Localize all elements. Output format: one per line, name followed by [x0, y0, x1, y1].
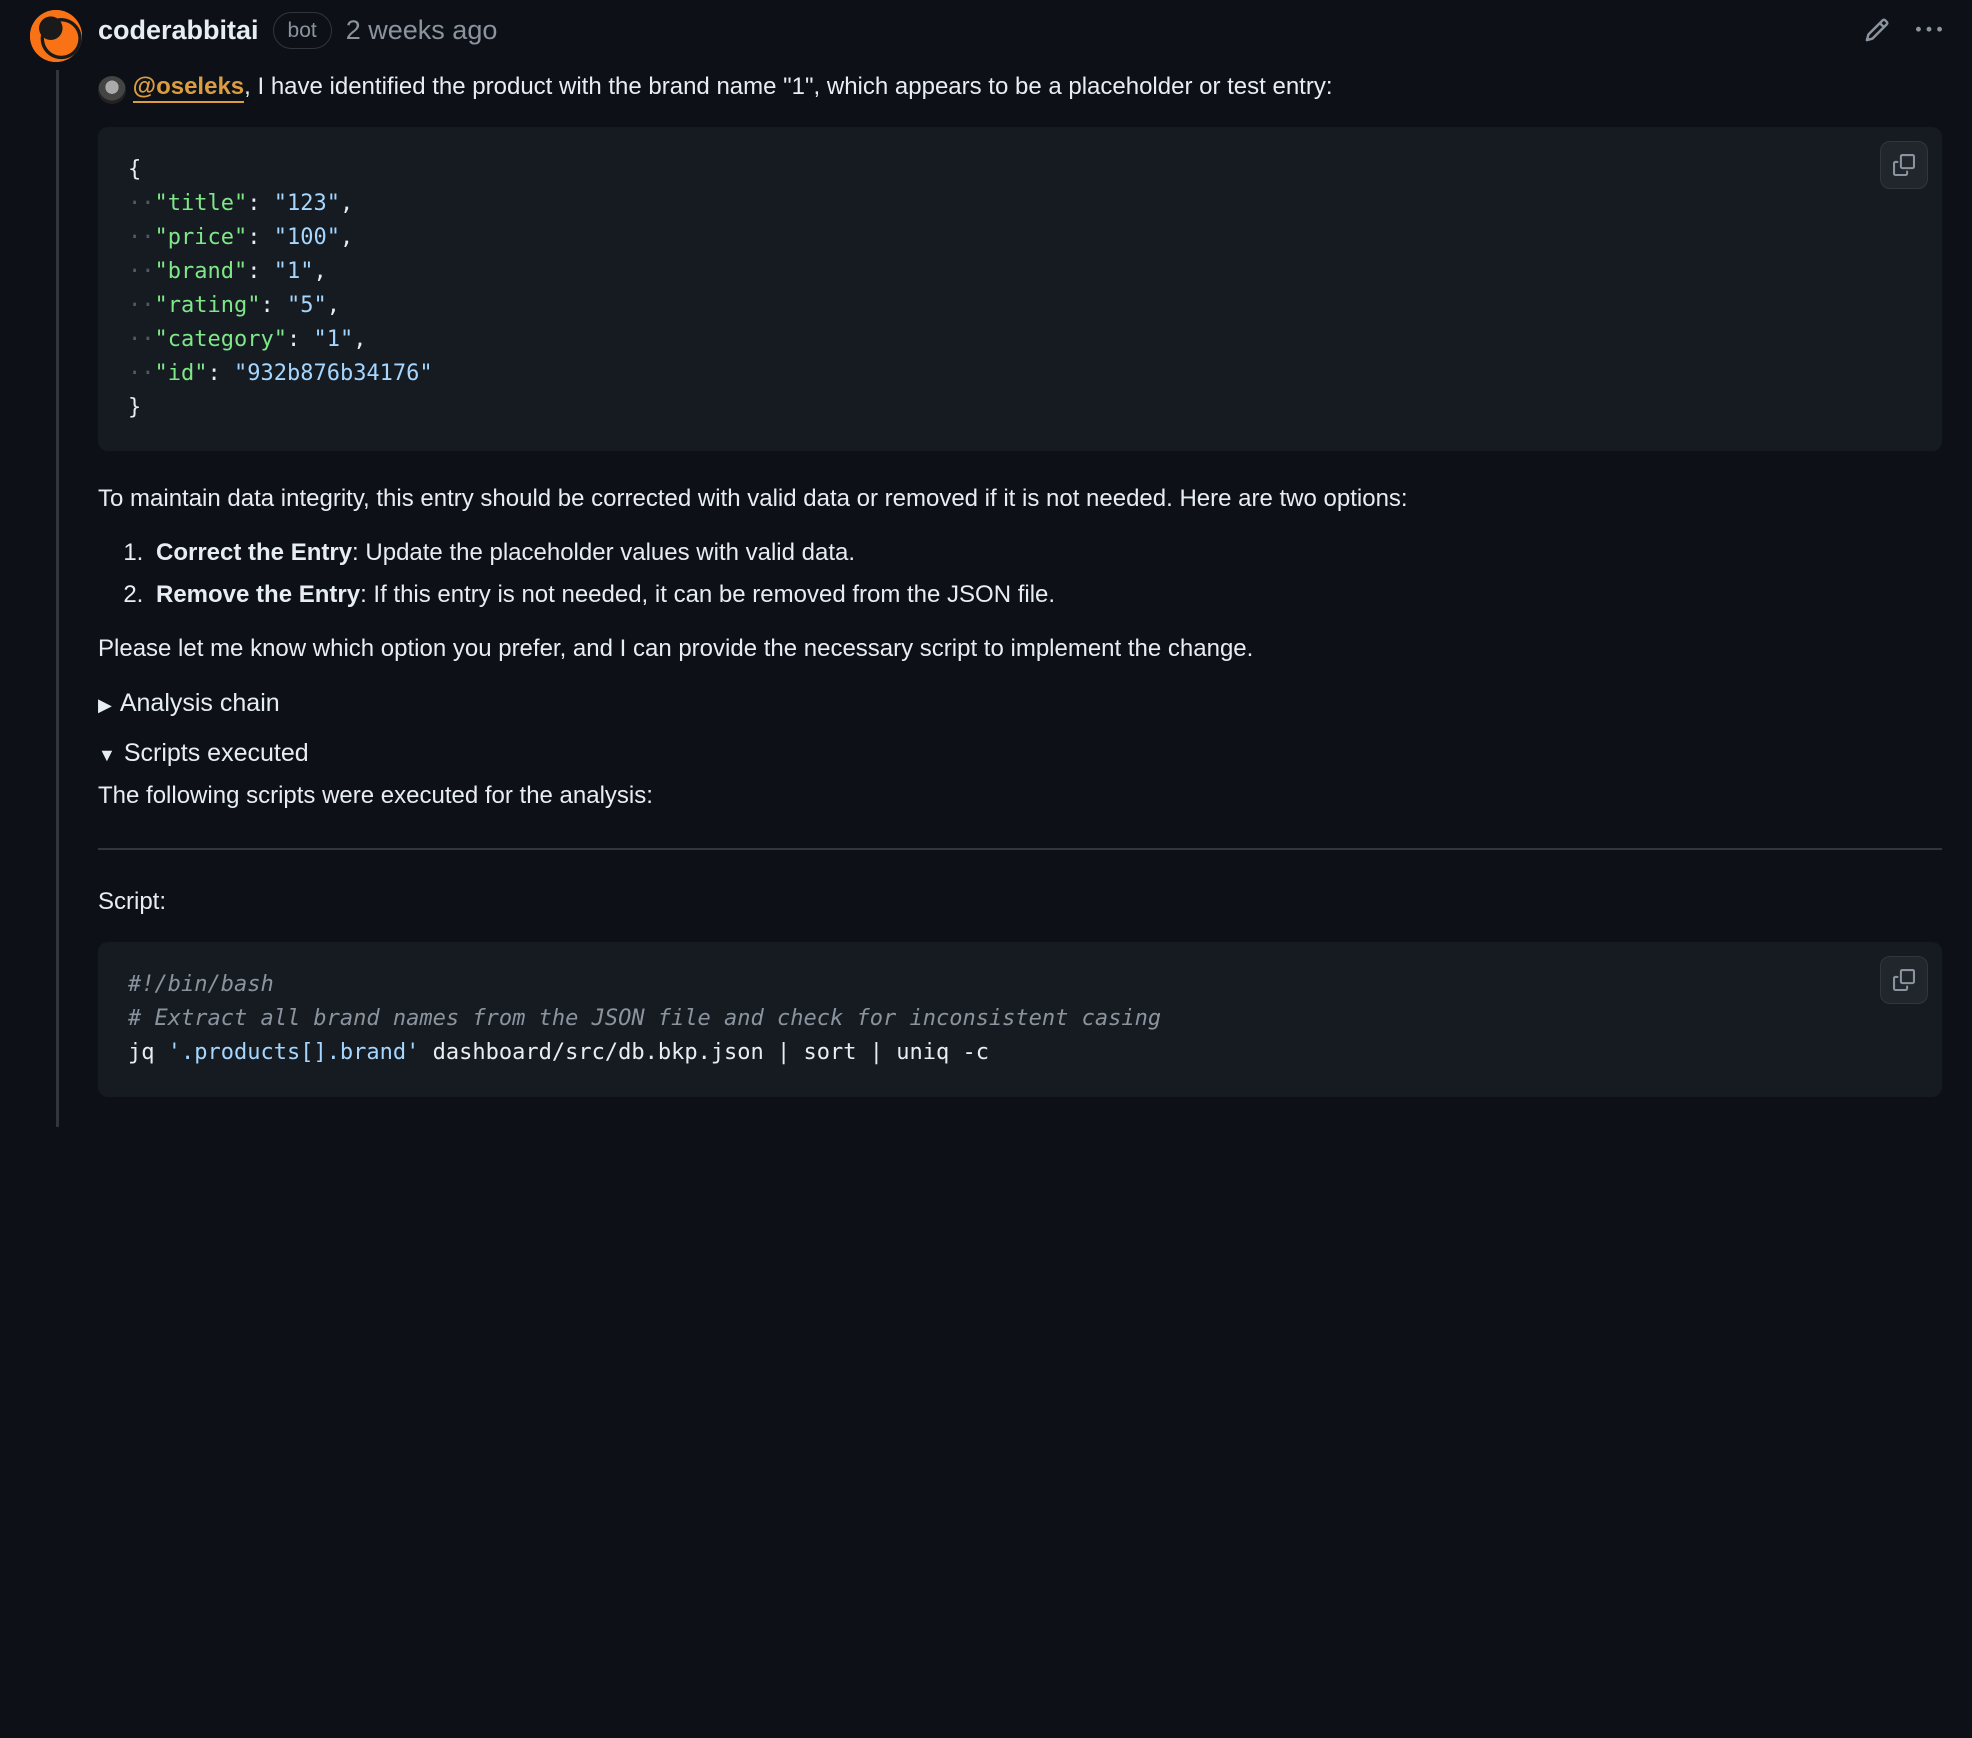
json-indent: ·· — [128, 327, 155, 352]
option-item: Correct the Entry: Update the placeholde… — [150, 535, 1942, 571]
json-indent: ·· — [128, 293, 155, 318]
option-rest: : If this entry is not needed, it can be… — [360, 581, 1055, 608]
author-avatar[interactable] — [30, 10, 82, 62]
kebab-icon[interactable] — [1916, 17, 1942, 43]
scripts-executed-summary[interactable]: Scripts executed — [98, 735, 1942, 773]
avatar-image — [30, 10, 82, 62]
scripts-executed-subtext: The following scripts were executed for … — [98, 778, 1942, 814]
json-trail: , — [313, 259, 326, 284]
script-label: Script: — [98, 884, 1942, 920]
mention-avatar[interactable] — [98, 76, 126, 104]
scripts-executed-label: Scripts executed — [124, 735, 309, 773]
copy-button[interactable] — [1880, 141, 1928, 189]
author-name[interactable]: coderabbitai — [98, 10, 259, 51]
json-value: "1" — [313, 327, 353, 352]
bash-cmd-pre: jq — [128, 1040, 168, 1065]
comment-actions — [1864, 17, 1942, 43]
comment-header: coderabbitai bot 2 weeks ago — [98, 10, 1942, 51]
json-colon: : — [247, 225, 274, 250]
bash-cmd-post: dashboard/src/db.bkp.json | sort | uniq … — [419, 1040, 989, 1065]
comment-body: @oseleks, I have identified the product … — [98, 69, 1942, 1097]
json-colon: : — [287, 327, 314, 352]
option-rest: : Update the placeholder values with val… — [352, 539, 855, 566]
json-colon: : — [247, 259, 274, 284]
timeline-line — [56, 70, 59, 1127]
bash-code-block: #!/bin/bash # Extract all brand names fr… — [98, 942, 1942, 1096]
paragraph-integrity: To maintain data integrity, this entry s… — [98, 481, 1942, 517]
json-open: { — [128, 157, 141, 182]
json-value: "100" — [274, 225, 340, 250]
option-item: Remove the Entry: If this entry is not n… — [150, 577, 1942, 613]
json-colon: : — [247, 191, 274, 216]
bot-badge: bot — [273, 12, 332, 50]
user-mention[interactable]: @oseleks — [133, 73, 244, 103]
json-indent: ·· — [128, 225, 155, 250]
paragraph-prefer: Please let me know which option you pref… — [98, 631, 1942, 667]
comment-content: coderabbitai bot 2 weeks ago @oseleks, I… — [98, 10, 1942, 1127]
json-close: } — [128, 395, 141, 420]
bash-shebang: #!/bin/bash — [128, 972, 274, 997]
json-trail: , — [340, 191, 353, 216]
json-value: "123" — [274, 191, 340, 216]
json-value: "1" — [274, 259, 314, 284]
bash-cmd-str: '.products[].brand' — [168, 1040, 420, 1065]
edit-icon[interactable] — [1864, 17, 1890, 43]
disclosure-triangle-icon — [98, 735, 116, 773]
json-trail: , — [340, 225, 353, 250]
json-indent: ·· — [128, 191, 155, 216]
options-list: Correct the Entry: Update the placeholde… — [140, 535, 1942, 613]
json-key: "title" — [155, 191, 248, 216]
analysis-chain-summary[interactable]: Analysis chain — [98, 685, 1942, 723]
json-key: "rating" — [155, 293, 261, 318]
divider — [98, 848, 1942, 850]
bash-comment: # Extract all brand names from the JSON … — [128, 1006, 1161, 1031]
analysis-chain-details[interactable]: Analysis chain — [98, 685, 1942, 723]
json-key: "id" — [155, 361, 208, 386]
copy-button[interactable] — [1880, 956, 1928, 1004]
json-indent: ·· — [128, 259, 155, 284]
json-indent: ·· — [128, 361, 155, 386]
json-trail: , — [353, 327, 366, 352]
comment: coderabbitai bot 2 weeks ago @oseleks, I… — [30, 10, 1942, 1127]
option-bold: Correct the Entry — [156, 539, 352, 566]
json-trail: , — [327, 293, 340, 318]
scripts-executed-details[interactable]: Scripts executed The following scripts w… — [98, 735, 1942, 1097]
json-code-block: { ··"title": "123", ··"price": "100", ··… — [98, 127, 1942, 452]
comment-timestamp[interactable]: 2 weeks ago — [346, 10, 498, 51]
json-key: "brand" — [155, 259, 248, 284]
json-value: "5" — [287, 293, 327, 318]
json-key: "price" — [155, 225, 248, 250]
disclosure-triangle-icon — [98, 685, 112, 723]
json-value: "932b876b34176" — [234, 361, 433, 386]
json-key: "category" — [155, 327, 287, 352]
json-colon: : — [207, 361, 234, 386]
json-colon: : — [260, 293, 287, 318]
analysis-chain-label: Analysis chain — [120, 685, 280, 723]
intro-paragraph: @oseleks, I have identified the product … — [98, 69, 1942, 105]
option-bold: Remove the Entry — [156, 581, 360, 608]
intro-text: , I have identified the product with the… — [244, 73, 1332, 100]
